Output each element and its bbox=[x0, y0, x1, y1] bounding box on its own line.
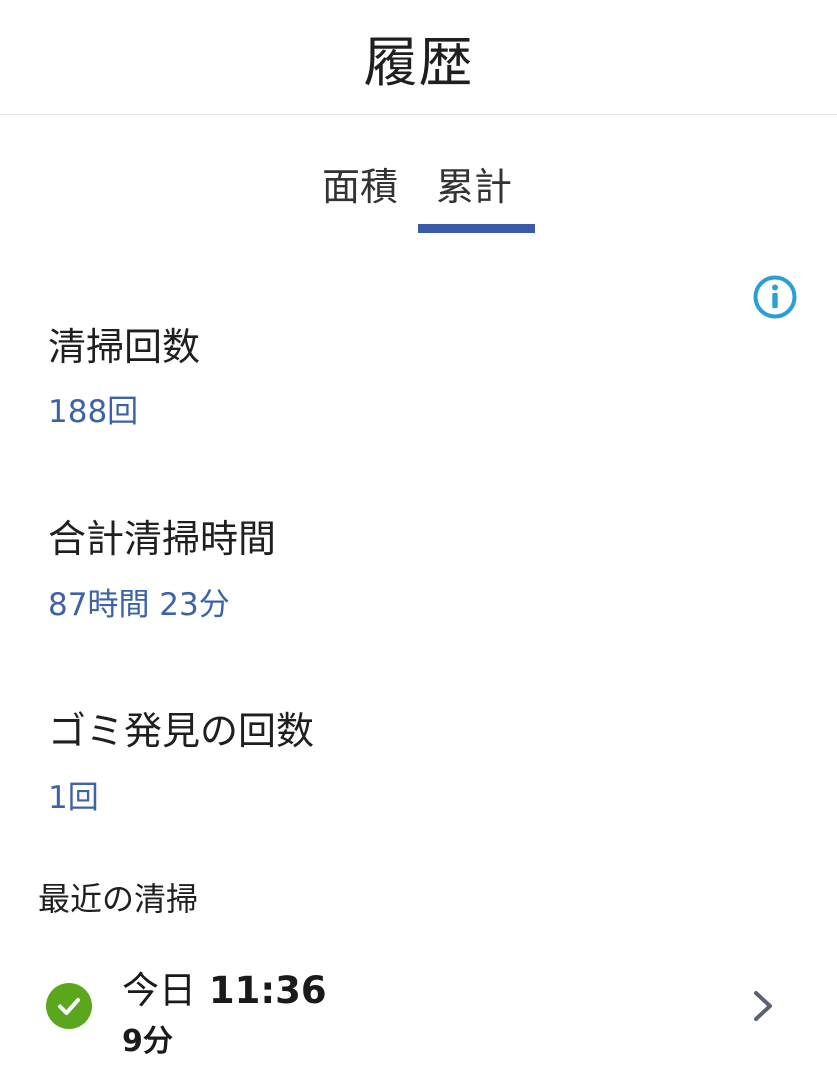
recent-cleaning-day: 今日 bbox=[122, 969, 196, 1012]
total-time-value: 87時間 23分 bbox=[48, 587, 230, 623]
recent-cleaning-heading: 最近の清掃 bbox=[38, 880, 199, 918]
tab-selected-indicator bbox=[418, 224, 535, 233]
check-icon bbox=[46, 983, 92, 1029]
tab-bar: 面積 累計 bbox=[0, 148, 837, 238]
recent-cleaning-time: 今日 11:36 bbox=[122, 960, 327, 1014]
dirt-found-value: 1回 bbox=[48, 780, 99, 816]
tab-area[interactable]: 面積 bbox=[322, 156, 398, 211]
cleaning-count-value: 188回 bbox=[48, 394, 139, 430]
recent-cleaning-item[interactable]: 今日 11:36 9分 bbox=[0, 950, 837, 1060]
app-header: 履歴 bbox=[0, 0, 837, 115]
tab-total[interactable]: 累計 bbox=[436, 156, 512, 211]
info-icon[interactable] bbox=[752, 274, 798, 320]
chevron-right-icon bbox=[754, 991, 772, 1021]
cleaning-count-label: 清掃回数 bbox=[48, 325, 201, 369]
total-time-label: 合計清掃時間 bbox=[48, 517, 277, 561]
page-title: 履歴 bbox=[363, 30, 474, 94]
dirt-found-label: ゴミ発見の回数 bbox=[48, 709, 315, 753]
recent-cleaning-clock: 11:36 bbox=[208, 969, 327, 1012]
recent-cleaning-duration: 9分 bbox=[122, 1024, 173, 1059]
